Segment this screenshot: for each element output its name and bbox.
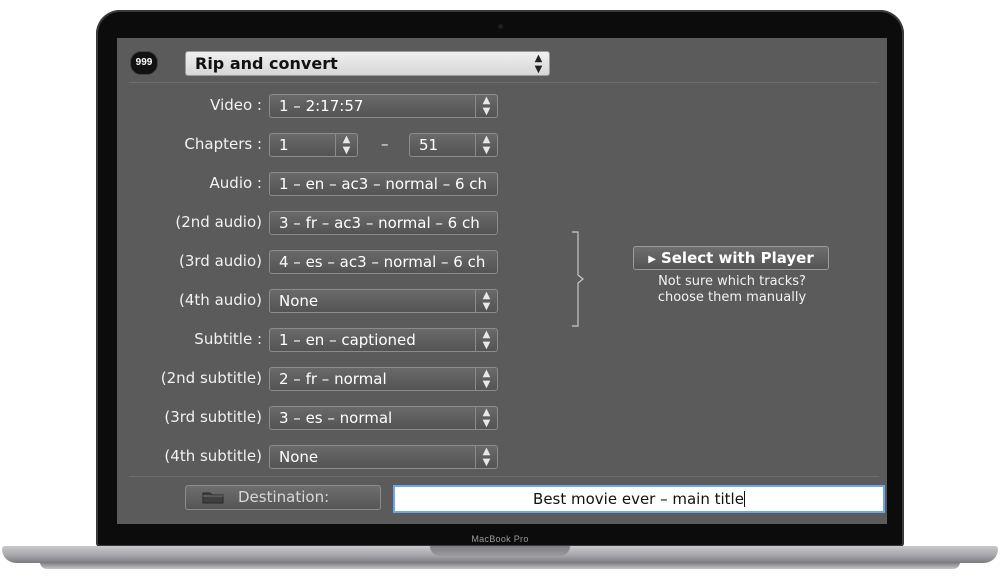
chapters-label: Chapters : [184, 135, 262, 153]
destination-button[interactable]: Destination: [185, 485, 381, 510]
up-down-chevron-icon: ▲ ▼ [475, 446, 497, 468]
chapter-end-value: 51 [419, 136, 439, 154]
subtitle-2-label: (2nd subtitle) [160, 369, 262, 387]
destination-button-label: Destination: [238, 488, 330, 506]
select-with-player-label: Select with Player [660, 249, 814, 267]
up-down-chevron-icon: ▲ ▼ [475, 290, 497, 312]
destination-name-input[interactable]: Best movie ever – main title [393, 485, 885, 513]
chapter-start-value: 1 [279, 136, 289, 154]
player-hint-line1: Not sure which tracks? [658, 274, 806, 289]
up-down-chevron-icon: ▲ ▼ [475, 368, 497, 390]
video-select[interactable]: 1 – 2:17:57 ▲ ▼ [269, 94, 498, 118]
subtitle-4-label: (4th subtitle) [164, 447, 262, 465]
up-down-chevron-icon: ▲ ▼ [475, 95, 497, 117]
app-logo-icon: 999 [130, 51, 158, 75]
app-window: 999 Rip and convert ▲ ▼ Video : 1 – 2:17:… [117, 38, 887, 524]
audio-2-select[interactable]: 3 – fr – ac3 – normal – 6 ch [269, 211, 498, 235]
subtitle-4-value: None [279, 448, 319, 466]
chapter-end-select[interactable]: 51 ▲ ▼ [409, 133, 498, 157]
text-caret [743, 491, 745, 507]
chapter-range-separator: – [381, 135, 389, 153]
up-down-chevron-icon: ▲ ▼ [534, 53, 543, 75]
audio-4-label: (4th audio) [179, 291, 262, 309]
audio-value: 1 – en – ac3 – normal – 6 ch [279, 175, 488, 193]
laptop-base-edge [40, 562, 960, 569]
select-with-player-button[interactable]: ▶ Select with Player [633, 246, 829, 270]
subtitle-3-value: 3 – es – normal [279, 409, 393, 427]
subtitle-value: 1 – en – captioned [279, 331, 416, 349]
player-hint-line2: choose them manually [657, 290, 807, 305]
subtitle-label: Subtitle : [194, 330, 262, 348]
audio-3-select[interactable]: 4 – es – ac3 – normal – 6 ch [269, 250, 498, 274]
audio-3-value: 4 – es – ac3 – normal – 6 ch [279, 253, 486, 271]
subtitle-4-select[interactable]: None ▲ ▼ [269, 445, 498, 469]
audio-3-label: (3rd audio) [178, 252, 262, 270]
play-triangle-icon: ▶ [648, 254, 656, 265]
subtitle-2-value: 2 – fr – normal [279, 370, 387, 388]
up-down-chevron-icon: ▲ ▼ [475, 407, 497, 429]
mode-select[interactable]: Rip and convert ▲ ▼ [185, 51, 550, 76]
mode-select-value: Rip and convert [195, 54, 338, 73]
laptop-notch [430, 546, 570, 556]
audio-2-label: (2nd audio) [175, 213, 262, 231]
chapter-start-select[interactable]: 1 ▲ ▼ [269, 133, 358, 157]
bracket-icon [572, 231, 584, 327]
camera-icon [498, 24, 503, 29]
subtitle-3-select[interactable]: 3 – es – normal ▲ ▼ [269, 406, 498, 430]
destination-name-value: Best movie ever – main title [533, 490, 744, 508]
divider-bottom [129, 476, 879, 477]
audio-4-select[interactable]: None ▲ ▼ [269, 289, 498, 313]
subtitle-2-select[interactable]: 2 – fr – normal ▲ ▼ [269, 367, 498, 391]
audio-4-value: None [279, 292, 319, 310]
subtitle-3-label: (3rd subtitle) [164, 408, 262, 426]
subtitle-select[interactable]: 1 – en – captioned ▲ ▼ [269, 328, 498, 352]
up-down-chevron-icon: ▲ ▼ [475, 329, 497, 351]
up-down-chevron-icon: ▲ ▼ [475, 134, 497, 156]
divider-top [129, 82, 879, 83]
device-brand-label: MacBook Pro [471, 534, 529, 544]
up-down-chevron-icon: ▲ ▼ [335, 134, 357, 156]
audio-select[interactable]: 1 – en – ac3 – normal – 6 ch [269, 172, 498, 196]
audio-2-value: 3 – fr – ac3 – normal – 6 ch [279, 214, 480, 232]
audio-label: Audio : [209, 174, 262, 192]
folder-icon [202, 492, 224, 504]
video-label: Video : [210, 96, 262, 114]
video-value: 1 – 2:17:57 [279, 97, 364, 115]
